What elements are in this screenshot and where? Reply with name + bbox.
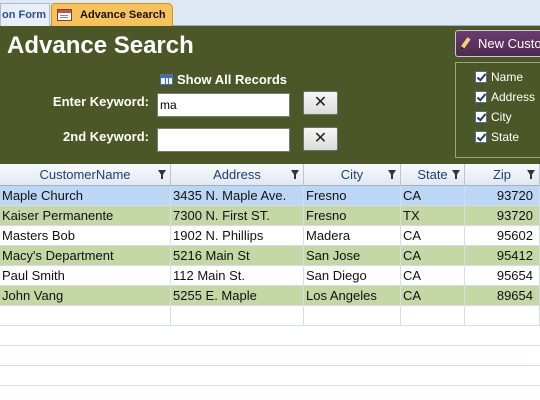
- column-filter-icon[interactable]: [291, 170, 299, 179]
- close-icon: ✕: [313, 94, 328, 111]
- filter-name-checkbox[interactable]: Name: [475, 69, 523, 85]
- cell-state[interactable]: CA: [401, 266, 465, 286]
- cell-customername[interactable]: Macy's Department: [0, 246, 171, 266]
- keyword-input[interactable]: [157, 93, 290, 117]
- datasheet-icon: [160, 73, 173, 85]
- filter-label: City: [491, 110, 512, 124]
- cell-state[interactable]: CA: [401, 186, 465, 206]
- cell-zip[interactable]: 95654: [465, 266, 540, 286]
- checkbox-checked-icon: [475, 111, 487, 123]
- column-header-city[interactable]: City: [304, 164, 401, 186]
- cell-customername[interactable]: Paul Smith: [0, 266, 171, 286]
- tab-label: Advance Search: [80, 9, 166, 21]
- cell-address[interactable]: 1902 N. Phillips: [171, 226, 304, 246]
- pencil-icon: [459, 37, 471, 51]
- cell-zip[interactable]: [465, 306, 540, 326]
- filter-city-checkbox[interactable]: City: [475, 109, 512, 125]
- show-all-label: Show All Records: [177, 71, 288, 87]
- table-row[interactable]: Paul Smith 112 Main St. San Diego CA 956…: [0, 266, 540, 286]
- new-record-row[interactable]: [0, 306, 540, 326]
- tab-label: on Form: [2, 9, 46, 21]
- cell-state[interactable]: TX: [401, 206, 465, 226]
- tab-advance-search[interactable]: Advance Search: [51, 3, 173, 26]
- cell-zip[interactable]: 89654: [465, 286, 540, 306]
- new-customer-button[interactable]: New Custo: [455, 30, 540, 57]
- cell-zip[interactable]: 93720: [465, 206, 540, 226]
- cell-customername[interactable]: Kaiser Permanente: [0, 206, 171, 226]
- cell-city[interactable]: Madera: [304, 226, 401, 246]
- new-customer-label: New Custo: [478, 36, 540, 51]
- cell-customername[interactable]: John Vang: [0, 286, 171, 306]
- empty-row: [0, 366, 540, 386]
- cell-zip[interactable]: 95602: [465, 226, 540, 246]
- column-header-address[interactable]: Address: [171, 164, 304, 186]
- column-filter-icon[interactable]: [388, 170, 396, 179]
- column-header-customername[interactable]: CustomerName: [0, 164, 171, 186]
- filter-address-checkbox[interactable]: Address: [475, 89, 535, 105]
- cell-address[interactable]: 5216 Main St: [171, 246, 304, 266]
- tab-customer-form[interactable]: on Form: [0, 3, 50, 26]
- cell-address[interactable]: 5255 E. Maple: [171, 286, 304, 306]
- cell-state[interactable]: CA: [401, 246, 465, 266]
- cell-city[interactable]: San Diego: [304, 266, 401, 286]
- cell-city[interactable]: Fresno: [304, 206, 401, 226]
- keyword-label: Enter Keyword:: [52, 94, 149, 109]
- page-title: Advance Search: [7, 32, 194, 59]
- close-icon: ✕: [313, 130, 328, 147]
- filter-label: Name: [491, 70, 524, 84]
- table-row[interactable]: Macy's Department 5216 Main St San Jose …: [0, 246, 540, 266]
- column-header-zip[interactable]: Zip: [465, 164, 540, 186]
- document-tab-bar: on Form Advance Search: [0, 0, 540, 26]
- cell-address[interactable]: 7300 N. First ST.: [171, 206, 304, 226]
- clear-keyword-button[interactable]: ✕: [303, 91, 338, 115]
- checkbox-checked-icon: [475, 131, 487, 143]
- cell-city[interactable]: Los Angeles: [304, 286, 401, 306]
- table-row[interactable]: John Vang 5255 E. Maple Los Angeles CA 8…: [0, 286, 540, 306]
- search-field-filters: Name Address City State: [455, 62, 540, 158]
- cell-city[interactable]: Fresno: [304, 186, 401, 206]
- column-header-state[interactable]: State: [401, 164, 465, 186]
- checkbox-checked-icon: [475, 71, 487, 83]
- clear-keyword2-button[interactable]: ✕: [303, 127, 338, 151]
- empty-row: [0, 326, 540, 346]
- keyword2-input[interactable]: [157, 128, 290, 152]
- cell-city[interactable]: San Jose: [304, 246, 401, 266]
- show-all-records-button[interactable]: Show All Records: [160, 70, 287, 88]
- keyword2-label: 2nd Keyword:: [63, 129, 149, 144]
- empty-row: [0, 346, 540, 366]
- column-filter-icon[interactable]: [158, 170, 166, 179]
- cell-state[interactable]: CA: [401, 226, 465, 246]
- cell-address[interactable]: 3435 N. Maple Ave.: [171, 186, 304, 206]
- table-row[interactable]: Masters Bob 1902 N. Phillips Madera CA 9…: [0, 226, 540, 246]
- filter-label: State: [491, 130, 520, 144]
- cell-customername[interactable]: Maple Church: [0, 186, 171, 206]
- table-row[interactable]: Kaiser Permanente 7300 N. First ST. Fres…: [0, 206, 540, 226]
- column-filter-icon[interactable]: [527, 170, 535, 179]
- filter-label: Address: [491, 90, 536, 104]
- checkbox-checked-icon: [475, 91, 487, 103]
- cell-customername[interactable]: Masters Bob: [0, 226, 171, 246]
- cell-address[interactable]: 112 Main St.: [171, 266, 304, 286]
- cell-state[interactable]: CA: [401, 286, 465, 306]
- cell-zip[interactable]: 93720: [465, 186, 540, 206]
- cell-customername[interactable]: [0, 306, 171, 326]
- form-icon: [57, 9, 72, 21]
- column-filter-icon[interactable]: [452, 170, 460, 179]
- cell-state[interactable]: [401, 306, 465, 326]
- cell-address[interactable]: [171, 306, 304, 326]
- search-header: Advance Search Show All Records Enter Ke…: [0, 26, 540, 164]
- filter-state-checkbox[interactable]: State: [475, 129, 519, 145]
- cell-zip[interactable]: 95412: [465, 246, 540, 266]
- results-datasheet: CustomerName Address City State Zip Mapl…: [0, 164, 540, 400]
- cell-city[interactable]: [304, 306, 401, 326]
- column-header-row: CustomerName Address City State Zip: [0, 164, 540, 186]
- access-window: on Form Advance Search Advance Search Sh…: [0, 0, 540, 400]
- table-row[interactable]: Maple Church 3435 N. Maple Ave. Fresno C…: [0, 186, 540, 206]
